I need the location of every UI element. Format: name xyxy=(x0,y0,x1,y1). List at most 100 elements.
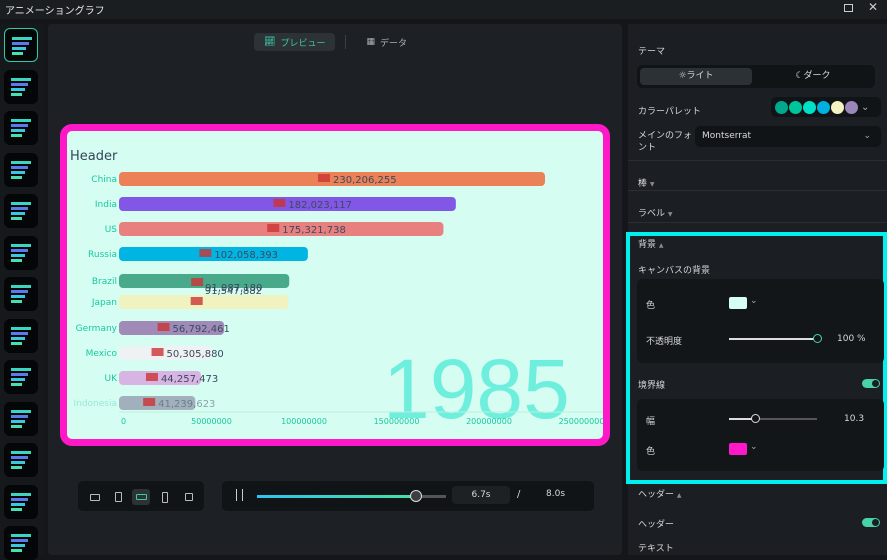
theme-light-button[interactable]: ☼ライト xyxy=(640,68,752,85)
category-label: Japan xyxy=(91,298,117,308)
chart-type-stacked-column[interactable] xyxy=(4,194,38,228)
palette-label: カラーパレット xyxy=(638,107,701,117)
thumb-mark xyxy=(11,549,22,552)
category-label: India xyxy=(95,200,117,210)
bg-color-label: 色 xyxy=(646,301,656,311)
chart-type-line[interactable] xyxy=(4,318,38,353)
thumb-mark xyxy=(11,336,25,340)
chevron-down-icon[interactable]: ⌄ xyxy=(750,442,758,452)
title-bar: アニメーショングラフ ✕ xyxy=(0,0,887,19)
palette-color-dot xyxy=(789,100,802,114)
chart-type-pie[interactable] xyxy=(4,484,38,519)
chart-type-grouped-column[interactable] xyxy=(4,111,38,145)
thumb-mark xyxy=(11,451,31,454)
bar-section-toggle[interactable]: 棒 ▼ xyxy=(638,176,655,189)
thumb-mark xyxy=(11,466,22,469)
x-tick-label: 0 xyxy=(121,417,126,426)
thumb-mark xyxy=(11,87,25,91)
thumb-mark xyxy=(11,77,31,81)
header-toggle-label: ヘッダー xyxy=(638,520,675,530)
flag-icon xyxy=(190,297,203,305)
font-label: メインのフォント xyxy=(638,131,693,153)
chevron-down-icon[interactable]: ⌄ xyxy=(750,296,758,306)
thumb-mark xyxy=(11,295,25,298)
category-label: UK xyxy=(105,374,119,384)
chevron-down-icon: ⌄ xyxy=(863,131,871,141)
aspect-tall-button[interactable] xyxy=(156,489,174,505)
chart-type-multi-line[interactable] xyxy=(4,360,38,394)
thumb-mark xyxy=(11,492,31,496)
chart-type-horizontal-bar[interactable] xyxy=(4,235,38,270)
opacity-value: 100 % xyxy=(837,334,866,344)
x-tick-label: 150000000 xyxy=(374,417,420,426)
maximize-icon[interactable] xyxy=(844,4,853,12)
thumb-mark xyxy=(11,409,31,413)
pause-icon[interactable] xyxy=(236,489,243,501)
thumb-mark xyxy=(11,331,28,335)
table-icon: ▦ xyxy=(366,37,375,47)
thumb-mark xyxy=(11,175,22,179)
bar-us xyxy=(119,222,444,236)
category-label: Mexico xyxy=(86,349,118,359)
category-label: China xyxy=(91,175,117,185)
tab-preview[interactable]: 📈︎ プレビュー xyxy=(254,33,336,51)
bg-color-swatch[interactable] xyxy=(729,297,747,309)
thumb-mark xyxy=(11,419,25,423)
aspect-wide-button[interactable] xyxy=(132,489,150,505)
palette-select[interactable]: ⌄ xyxy=(771,97,881,117)
canvas-bg-label: キャンバスの背景 xyxy=(638,266,711,276)
current-time[interactable]: 6.7s xyxy=(452,486,510,504)
category-label: Indonesia xyxy=(73,399,117,409)
border-width-slider[interactable] xyxy=(729,414,817,423)
border-group: 幅 10.3 色 ⌄ xyxy=(637,399,884,471)
thumb-mark xyxy=(11,373,28,376)
opacity-slider[interactable] xyxy=(729,334,822,343)
moon-icon: ☾ xyxy=(795,71,804,81)
close-icon[interactable]: ✕ xyxy=(868,0,878,14)
aspect-16-9-button[interactable] xyxy=(86,489,104,505)
label-section-toggle[interactable]: ラベル ▼ xyxy=(638,206,673,219)
chart-type-column[interactable] xyxy=(4,152,38,187)
view-tabs: 📈︎ プレビュー ▦ データ xyxy=(254,33,417,51)
category-label: Brazil xyxy=(92,277,117,287)
tab-preview-label: プレビュー xyxy=(280,38,326,49)
chart-type-horizontal-bar-race[interactable] xyxy=(4,28,38,62)
font-value: Montserrat xyxy=(702,131,752,141)
timeline-slider[interactable] xyxy=(257,490,446,502)
background-section-label: 背景 xyxy=(638,240,657,250)
total-time: 8.0s xyxy=(546,489,566,499)
header-toggle[interactable] xyxy=(862,518,880,527)
aspect-square-button[interactable] xyxy=(180,489,198,505)
text-label: テキスト xyxy=(638,544,674,554)
chart-type-stacked-area[interactable] xyxy=(4,443,38,477)
bar-race-chart: 1985HeaderChina 230,206,255India 182,023,1… xyxy=(70,149,603,436)
x-tick-label: 50000000 xyxy=(191,417,232,426)
aspect-9-16-button[interactable] xyxy=(109,489,127,505)
chart-type-donut[interactable] xyxy=(4,69,38,104)
caret-down-icon: ▼ xyxy=(667,211,673,218)
header-section-label: ヘッダー xyxy=(638,490,675,500)
theme-dark-button[interactable]: ☾ダーク xyxy=(757,68,869,85)
border-toggle[interactable] xyxy=(862,379,880,388)
chart-type-stacked-horizontal-bar[interactable] xyxy=(4,277,38,311)
value-label: 44,257,473 xyxy=(161,374,218,385)
header-section-toggle[interactable]: ヘッダー ▲ xyxy=(638,487,682,500)
x-tick-label: 250000000 xyxy=(559,417,603,426)
thumb-mark xyxy=(11,341,22,345)
chart-type-area[interactable] xyxy=(4,401,38,436)
flag-icon xyxy=(199,249,212,257)
thumb-mark xyxy=(11,378,25,381)
value-label: 182,023,117 xyxy=(288,200,352,211)
palette-color-dot xyxy=(803,100,816,114)
border-color-swatch[interactable] xyxy=(729,443,747,455)
bar-russia xyxy=(119,247,308,261)
tab-data[interactable]: ▦ データ xyxy=(356,33,417,51)
caret-up-icon: ▲ xyxy=(658,242,664,249)
border-color-label: 色 xyxy=(646,447,656,457)
background-section-toggle[interactable]: 背景 ▲ xyxy=(638,237,664,250)
thumb-mark xyxy=(11,258,22,262)
category-label: Germany xyxy=(76,324,118,334)
font-select[interactable]: Montserrat ⌄ xyxy=(695,126,881,147)
bar-section-label: 棒 xyxy=(638,179,648,189)
value-label: 50,305,880 xyxy=(167,349,224,360)
